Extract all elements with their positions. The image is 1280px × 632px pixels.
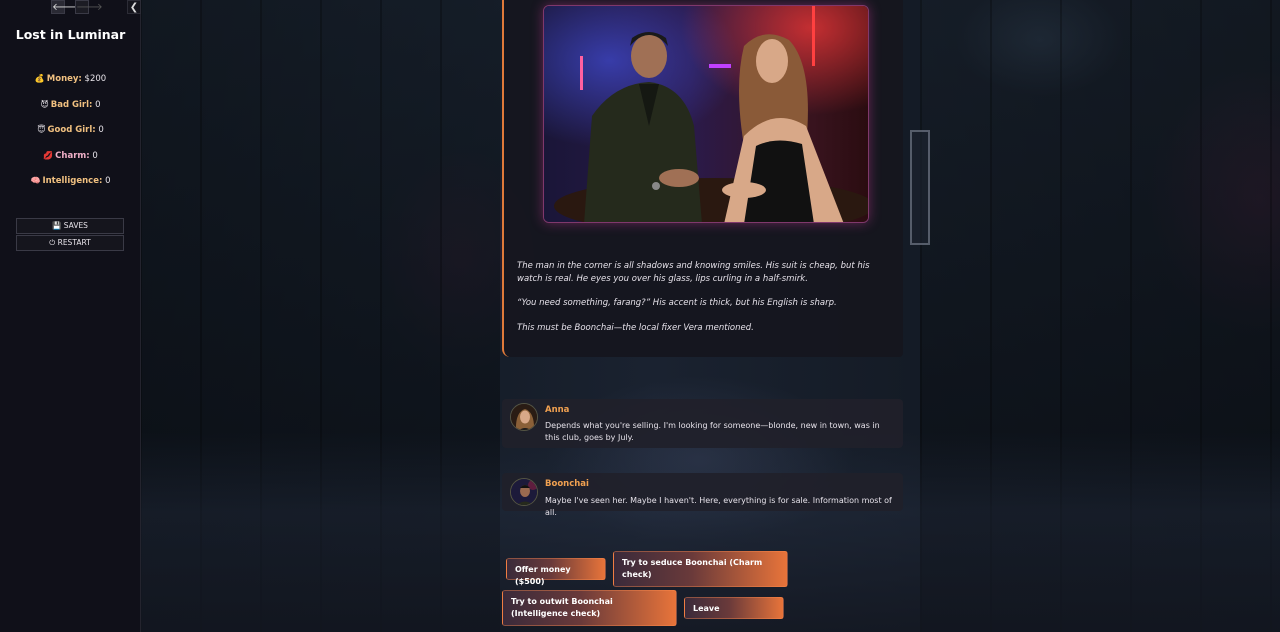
saves-button[interactable]: 💾 SAVES xyxy=(16,218,124,234)
avatar-boonchai xyxy=(510,478,538,506)
story-paragraph: The man in the corner is all shadows and… xyxy=(517,261,870,284)
devil-face-icon: 😈 xyxy=(40,100,49,109)
stat-label: Charm: xyxy=(55,151,90,161)
game-title: Lost in Luminar xyxy=(15,27,126,42)
dialogue-anna: Anna Depends what you're selling. I'm lo… xyxy=(502,399,903,448)
dialogue-line: Maybe I've seen her. Maybe I haven't. He… xyxy=(545,496,892,517)
stat-intelligence: 🧠 Intelligence: 0 xyxy=(0,176,141,186)
power-icon: ⏻ xyxy=(49,238,56,247)
stat-good-girl: 😇 Good Girl: 0 xyxy=(0,125,141,135)
forward-arrow-icon[interactable]: 🡒 xyxy=(75,0,103,14)
back-arrow-icon[interactable]: 🡐 xyxy=(51,0,79,14)
collapse-sidebar-icon[interactable]: ❮ xyxy=(127,0,141,14)
money-bag-icon: 💰 xyxy=(34,74,45,83)
angel-face-icon: 😇 xyxy=(37,125,46,134)
speaker-name: Anna xyxy=(545,405,570,415)
dialogue-boonchai: Boonchai Maybe I've seen her. Maybe I ha… xyxy=(502,473,903,517)
restart-button[interactable]: ⏻ RESTART xyxy=(16,235,124,251)
choice-offer-money[interactable]: Offer money ($500) xyxy=(506,558,606,586)
saves-label: SAVES xyxy=(63,221,88,230)
brain-icon: 🧠 xyxy=(30,176,41,185)
stat-value: 0 xyxy=(98,125,104,135)
speaker-name: Boonchai xyxy=(545,479,589,489)
scene-image xyxy=(543,5,869,223)
history-nav: 🡐 🡒 ❮ xyxy=(0,0,141,14)
floppy-disk-icon: 💾 xyxy=(52,221,62,230)
stat-label: Good Girl: xyxy=(47,125,96,135)
alley-sign xyxy=(910,130,930,245)
stat-label: Money: xyxy=(46,74,82,84)
choice-outwit[interactable]: Try to outwit Boonchai (Intelligence che… xyxy=(502,590,677,626)
stat-label: Intelligence: xyxy=(42,176,103,186)
stat-bad-girl: 😈 Bad Girl: 0 xyxy=(0,100,141,110)
avatar-anna xyxy=(510,403,538,431)
choice-seduce[interactable]: Try to seduce Boonchai (Charm check) xyxy=(613,551,788,587)
sidebar: 🡐 🡒 ❮ Lost in Luminar 💰 Money: $200 😈 Bad … xyxy=(0,0,141,632)
stat-money: 💰 Money: $200 xyxy=(0,74,141,84)
stat-value: 0 xyxy=(105,176,111,186)
dialogue-line: Depends what you're selling. I'm looking… xyxy=(545,421,880,442)
story-paragraph: This must be Boonchai—the local fixer Ve… xyxy=(517,323,754,333)
stat-value: $200 xyxy=(84,74,107,84)
stat-label: Bad Girl: xyxy=(50,100,93,110)
lips-icon: 💋 xyxy=(43,151,54,160)
stat-value: 0 xyxy=(95,100,101,110)
stat-charm: 💋 Charm: 0 xyxy=(0,151,141,161)
restart-label: RESTART xyxy=(57,238,91,247)
stat-value: 0 xyxy=(92,151,98,161)
story-paragraph: “You need something, farang?” His accent… xyxy=(517,298,837,308)
story-panel: The man in the corner is all shadows and… xyxy=(502,0,903,357)
choice-leave[interactable]: Leave xyxy=(684,597,784,619)
